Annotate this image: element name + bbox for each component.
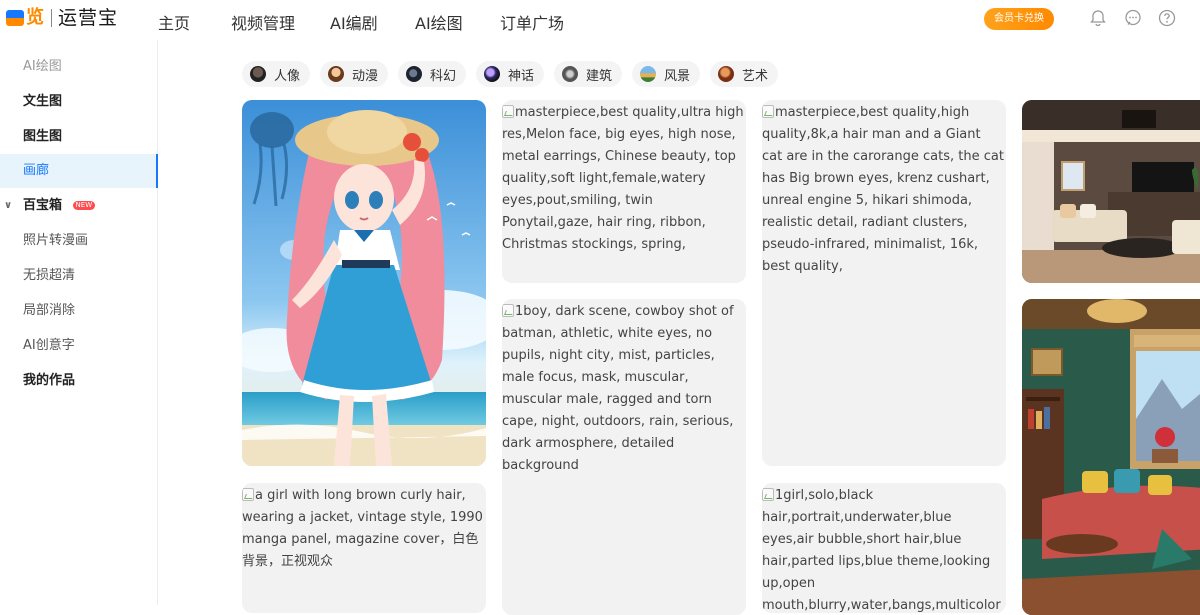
sidebar: AI绘图 文生图 图生图 画廊 ∨ 百宝箱 NEW 照片转漫画 无损超清 局部消…: [0, 40, 158, 605]
category-chip-portrait[interactable]: 人像: [242, 61, 311, 87]
category-label: 建筑: [586, 68, 613, 84]
broken-image-icon: [242, 488, 254, 501]
top-navigation: 览 运营宝 主页 视频管理 AI编剧 AI绘图 订单广场 会员卡兑换: [0, 0, 1200, 40]
sidebar-section-ai-drawing: AI绘图: [23, 59, 62, 74]
sidebar-item-my-works[interactable]: 我的作品: [0, 364, 158, 398]
nav-ai-drawing[interactable]: AI绘图: [415, 10, 463, 34]
scifi-thumb-icon: [406, 66, 422, 82]
portrait-thumb-icon: [250, 66, 266, 82]
gallery-image-cozy-room[interactable]: [1022, 299, 1200, 615]
chevron-down-icon: ∨: [4, 200, 13, 211]
architecture-thumb-icon: [562, 66, 578, 82]
sidebar-item-image-to-image[interactable]: 图生图: [0, 120, 158, 154]
bell-icon[interactable]: [1089, 9, 1107, 27]
image-alt-text-content: masterpiece,best quality,ultra high res,…: [502, 105, 744, 252]
image-alt-text-content: masterpiece,best quality,high quality,8k…: [762, 105, 1004, 274]
image-alt-text: masterpiece,best quality,ultra high res,…: [502, 100, 746, 256]
nav-home[interactable]: 主页: [158, 10, 190, 34]
sidebar-item-lossless-upscale[interactable]: 无损超清: [0, 259, 158, 293]
landscape-thumb-icon: [640, 66, 656, 82]
living-room-illustration: [1022, 100, 1200, 283]
art-thumb-icon: [718, 66, 734, 82]
cozy-room-illustration: [1022, 299, 1200, 615]
image-alt-text-content: 1boy, dark scene, cowboy shot of batman,…: [502, 304, 734, 473]
sidebar-item-local-erase[interactable]: 局部消除: [0, 294, 158, 328]
nav-order-plaza[interactable]: 订单广场: [500, 10, 564, 34]
image-alt-text: a girl with long brown curly hair, weari…: [242, 483, 486, 573]
sidebar-group-toolbox-label: 百宝箱: [23, 198, 63, 213]
category-label: 科幻: [430, 68, 457, 84]
sidebar-item-text-to-image[interactable]: 文生图: [0, 85, 158, 119]
category-label: 风景: [664, 68, 691, 84]
broken-image-icon: [502, 105, 514, 118]
nav-ai-script[interactable]: AI编剧: [330, 10, 378, 34]
category-chip-anime[interactable]: 动漫: [320, 61, 389, 87]
broken-image-icon: [762, 488, 774, 501]
gallery-card-broken-image[interactable]: 1girl,solo,black hair,portrait,underwate…: [762, 483, 1006, 613]
image-alt-text-content: 1girl,solo,black hair,portrait,underwate…: [762, 488, 1001, 613]
image-alt-text-content: a girl with long brown curly hair, weari…: [242, 488, 483, 569]
anime-thumb-icon: [328, 66, 344, 82]
category-label: 人像: [274, 68, 301, 84]
logo-divider: [51, 9, 52, 27]
category-label: 艺术: [742, 68, 769, 84]
vip-card-redeem-button[interactable]: 会员卡兑换: [984, 8, 1054, 30]
help-icon[interactable]: [1158, 9, 1176, 27]
logo[interactable]: 览 运营宝: [6, 7, 118, 29]
sidebar-item-ai-creative-text[interactable]: AI创意字: [0, 329, 158, 363]
logo-name: 运营宝: [58, 7, 119, 29]
broken-image-icon: [762, 105, 774, 118]
new-badge: NEW: [72, 201, 96, 210]
category-chip-art[interactable]: 艺术: [710, 61, 779, 87]
nav-video-management[interactable]: 视频管理: [231, 10, 295, 34]
category-chip-architecture[interactable]: 建筑: [554, 61, 623, 87]
sidebar-item-gallery[interactable]: 画廊: [0, 154, 158, 188]
gallery-card-broken-image[interactable]: masterpiece,best quality,ultra high res,…: [502, 100, 746, 283]
message-icon[interactable]: [1124, 9, 1142, 27]
logo-mark-icon: [6, 10, 24, 26]
category-chip-landscape[interactable]: 风景: [632, 61, 701, 87]
broken-image-icon: [502, 304, 514, 317]
image-alt-text: 1boy, dark scene, cowboy shot of batman,…: [502, 299, 746, 477]
image-alt-text: 1girl,solo,black hair,portrait,underwate…: [762, 483, 1006, 613]
sidebar-item-photo-to-comic[interactable]: 照片转漫画: [0, 224, 158, 258]
category-chip-mythology[interactable]: 神话: [476, 61, 545, 87]
gallery-card-broken-image[interactable]: masterpiece,best quality,high quality,8k…: [762, 100, 1006, 466]
image-alt-text: masterpiece,best quality,high quality,8k…: [762, 100, 1006, 278]
mythology-thumb-icon: [484, 66, 500, 82]
logo-text: 览: [26, 7, 44, 28]
sidebar-group-toolbox[interactable]: ∨ 百宝箱 NEW: [0, 189, 158, 223]
category-label: 动漫: [352, 68, 379, 84]
gallery-image-anime-girl[interactable]: [242, 100, 486, 466]
gallery-image-living-room[interactable]: [1022, 100, 1200, 283]
gallery-card-broken-image[interactable]: 1boy, dark scene, cowboy shot of batman,…: [502, 299, 746, 615]
gallery-card-broken-image[interactable]: a girl with long brown curly hair, weari…: [242, 483, 486, 613]
anime-girl-illustration: [242, 100, 486, 466]
category-chip-scifi[interactable]: 科幻: [398, 61, 467, 87]
category-label: 神话: [508, 68, 535, 84]
